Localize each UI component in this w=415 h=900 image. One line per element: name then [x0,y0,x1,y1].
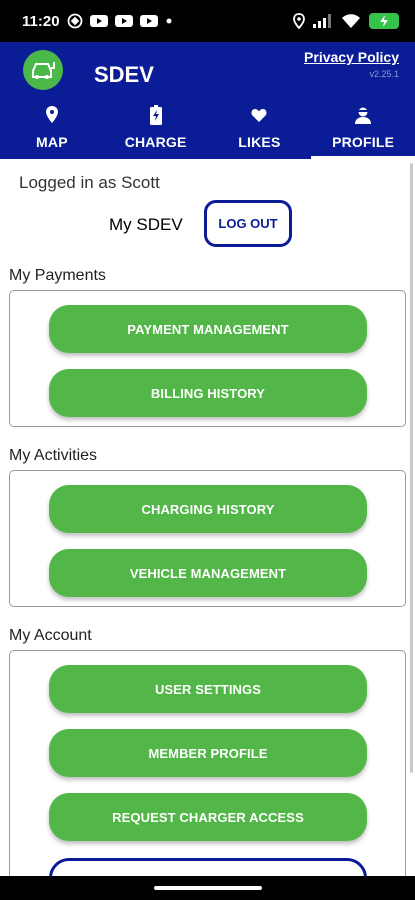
tab-label: LIKES [238,134,281,150]
billing-history-button[interactable]: BILLING HISTORY [49,369,367,417]
person-icon [355,104,372,126]
app-version: v2.25.1 [369,69,399,79]
status-time: 11:20 [22,12,60,30]
tab-bar: MAP CHARGE LIKES PROFILE [0,100,415,159]
privacy-policy-link[interactable]: Privacy Policy [304,49,399,65]
signal-icon [313,14,333,28]
vehicle-management-button[interactable]: VEHICLE MANAGEMENT [49,549,367,597]
system-nav-bar [0,876,415,900]
youtube-icon [89,14,108,28]
app-header: SDEV Privacy Policy v2.25.1 MAP CHARGE L… [0,42,415,159]
logged-in-text: Logged in as Scott [19,173,160,192]
member-profile-button[interactable]: MEMBER PROFILE [49,729,367,777]
location-icon [293,13,305,29]
user-settings-button[interactable]: USER SETTINGS [49,665,367,713]
app-title: SDEV [94,62,154,87]
section-title-account: My Account [9,627,92,644]
battery-charging-icon [369,13,399,29]
tab-map[interactable]: MAP [0,100,104,159]
activities-section: CHARGING HISTORY VEHICLE MANAGEMENT [9,470,406,607]
payments-section: PAYMENT MANAGEMENT BILLING HISTORY [9,290,406,427]
tab-label: PROFILE [332,134,395,150]
tab-charge[interactable]: CHARGE [104,100,208,159]
heart-icon [251,104,267,126]
tab-profile[interactable]: PROFILE [311,100,415,159]
profile-content[interactable]: Logged in as Scott My SDEV LOG OUT My Pa… [0,159,415,876]
logout-button[interactable]: LOG OUT [204,200,292,247]
youtube-icon [114,14,133,28]
home-indicator[interactable] [154,886,262,890]
section-title-payments: My Payments [9,267,106,284]
wifi-icon [341,13,361,29]
payment-management-button[interactable]: PAYMENT MANAGEMENT [49,305,367,353]
tab-likes[interactable]: LIKES [208,100,312,159]
status-bar: 11:20 [0,0,415,42]
charging-history-button[interactable]: CHARGING HISTORY [49,485,367,533]
map-pin-icon [45,104,58,126]
scrollbar[interactable] [410,163,413,773]
youtube-icon [139,14,158,28]
my-sdev-label: My SDEV [109,215,183,234]
battery-icon [149,104,162,126]
request-charger-access-button[interactable]: REQUEST CHARGER ACCESS [49,793,367,841]
account-section: USER SETTINGS MEMBER PROFILE REQUEST CHA… [9,650,406,876]
tab-label: MAP [36,134,68,150]
ev-car-icon[interactable] [23,50,63,90]
dot-icon [165,17,173,25]
account-outline-button[interactable] [49,858,367,876]
section-title-activities: My Activities [9,447,98,464]
whatsapp-icon [67,13,83,29]
tab-label: CHARGE [124,134,187,150]
